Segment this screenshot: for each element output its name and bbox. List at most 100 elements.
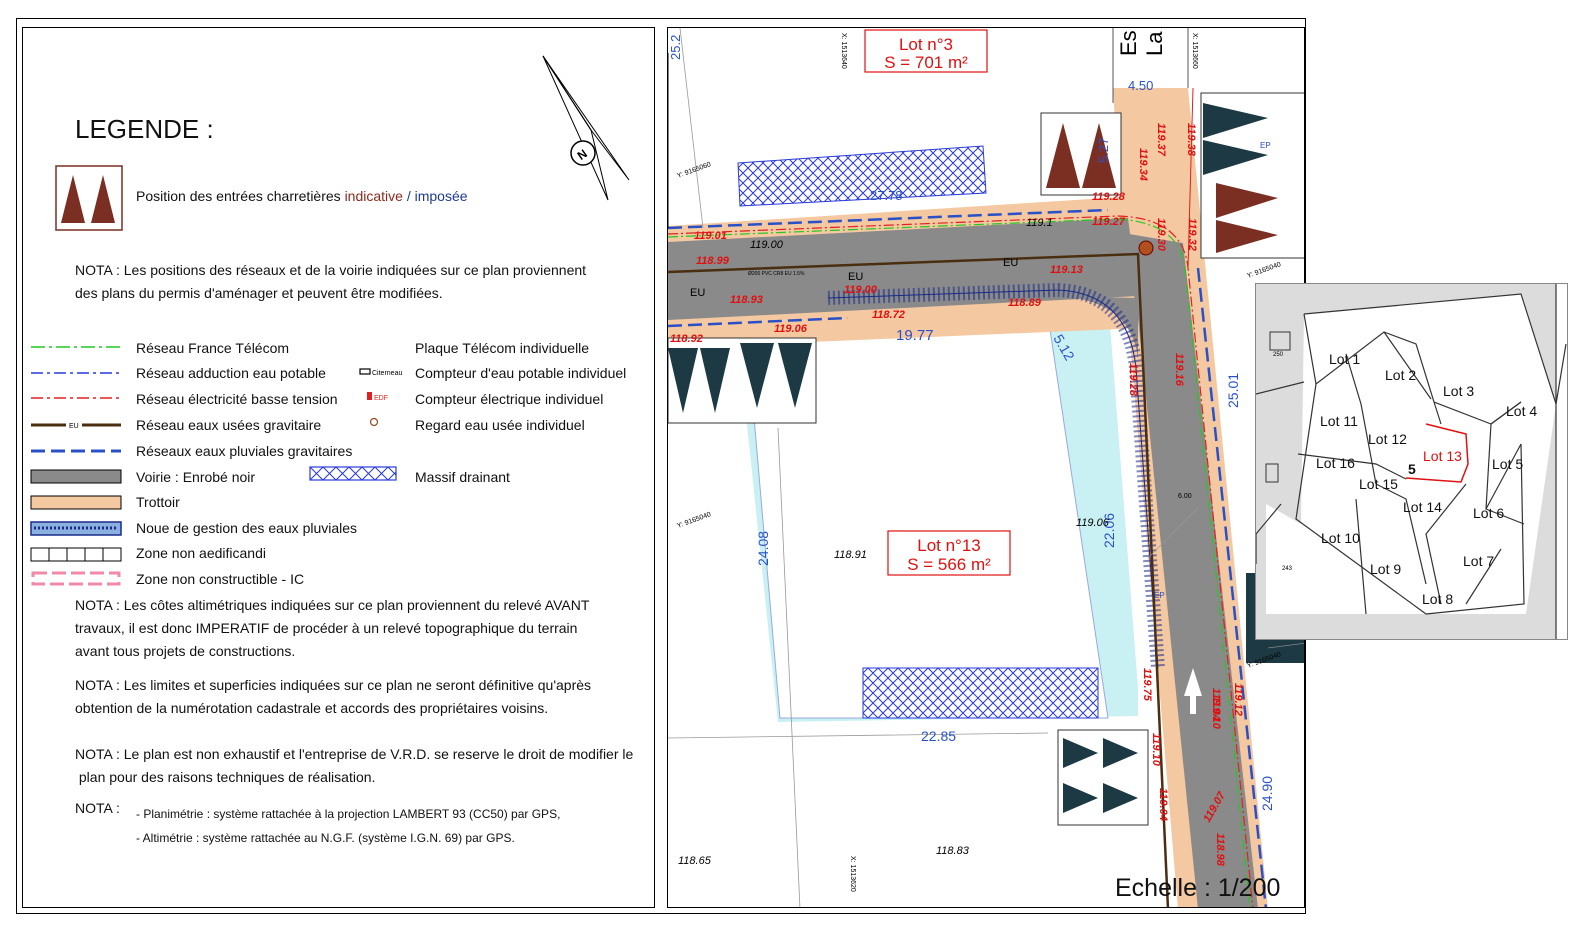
nota2-line2: travaux, il est donc IMPERATIF de procéd… xyxy=(75,620,578,636)
svg-text:119.28: 119.28 xyxy=(1127,363,1139,397)
map-scale: Echelle : 1/200 xyxy=(1115,874,1280,902)
svg-text:119.01: 119.01 xyxy=(694,230,727,242)
svg-text:119.75: 119.75 xyxy=(1141,668,1153,702)
svg-text:118.98: 118.98 xyxy=(1214,833,1226,867)
svg-text:EP: EP xyxy=(1260,141,1271,150)
inset-lot-5: Lot 5 xyxy=(1492,456,1523,472)
svg-text:5.27: 5.27 xyxy=(1096,138,1111,163)
inset-lot-14: Lot 14 xyxy=(1403,499,1442,515)
svg-text:118.72: 118.72 xyxy=(872,309,905,321)
inset-lot-10: Lot 10 xyxy=(1321,530,1360,546)
legend-non-aedificandi: Zone non aedificandi xyxy=(136,545,266,561)
nota3: NOTA : Les limites et superficies indiqu… xyxy=(75,674,591,720)
nota2-line1: NOTA : Les côtes altimétriques indiquées… xyxy=(75,597,590,613)
svg-text:EDF: EDF xyxy=(374,395,388,402)
legend-panel: LEGENDE : N Position des entrées charret… xyxy=(22,27,655,908)
svg-text:Ø200 PVC CR8 EU 1.5%: Ø200 PVC CR8 EU 1.5% xyxy=(748,271,805,277)
lot3-name: Lot n°3 xyxy=(899,35,953,54)
inset-lot-1: Lot 1 xyxy=(1329,351,1360,367)
legend-symbols-left: EU xyxy=(30,346,122,586)
svg-text:118.65: 118.65 xyxy=(678,855,712,867)
svg-text:119.1: 119.1 xyxy=(1026,217,1053,229)
legend-sewer-manhole: Regard eau usée individuel xyxy=(415,417,585,433)
svg-text:119.37: 119.37 xyxy=(1155,123,1167,157)
svg-text:EU: EU xyxy=(69,423,79,430)
svg-text:119.10: 119.10 xyxy=(1210,696,1222,730)
inset-lot-4: Lot 4 xyxy=(1506,403,1537,419)
inset-lot-3: Lot 3 xyxy=(1443,383,1474,399)
svg-text:25.2: 25.2 xyxy=(668,35,683,60)
svg-text:X: 1513620: X: 1513620 xyxy=(849,856,856,892)
svg-text:X: 1513640: X: 1513640 xyxy=(840,33,847,69)
svg-text:119.00: 119.00 xyxy=(750,239,784,251)
legend-symbols-right: Citerneau EDF xyxy=(309,368,402,481)
nota5-line1: - Planimétrie : système rattachée à la p… xyxy=(136,807,561,821)
legend-non-constructible: Zone non constructible - IC xyxy=(136,571,305,587)
street-label-2: La xyxy=(1142,31,1167,56)
inset-lot-6: Lot 6 xyxy=(1473,505,1504,521)
map-panel: Lot n°3 S = 701 m² Lot n°13 S = 566 m² E… xyxy=(667,27,1305,908)
svg-text:119.32: 119.32 xyxy=(1186,218,1198,251)
svg-text:250: 250 xyxy=(1273,352,1284,358)
inset-lot-9: Lot 9 xyxy=(1370,561,1401,577)
svg-text:243: 243 xyxy=(1282,566,1293,572)
nota3-line2: obtention de la numérotation cadastrale … xyxy=(75,700,549,716)
entrance-indicative: indicative xyxy=(344,188,403,204)
svg-text:118.93: 118.93 xyxy=(730,294,763,306)
inset-lot-8: Lot 8 xyxy=(1422,591,1453,607)
entrance-imposed: imposée xyxy=(414,188,468,204)
lot13-name: Lot n°13 xyxy=(917,536,981,555)
svg-text:119.28: 119.28 xyxy=(1092,191,1126,203)
site-plan: Lot n°3 S = 701 m² Lot n°13 S = 566 m² E… xyxy=(668,28,1304,907)
nota3-line1: NOTA : Les limites et superficies indiqu… xyxy=(75,677,592,693)
svg-text:Y: 9165040: Y: 9165040 xyxy=(676,511,712,530)
svg-text:Y: 9165060: Y: 9165060 xyxy=(676,161,712,180)
nota4-line2: plan pour des raisons techniques de réal… xyxy=(75,769,376,785)
legend-sidewalk: Trottoir xyxy=(136,494,180,510)
inset-lot-12: Lot 12 xyxy=(1368,431,1407,447)
svg-text:Citerneau: Citerneau xyxy=(372,370,402,377)
inset-lot-2: Lot 2 xyxy=(1385,367,1416,383)
entrance-sep: / xyxy=(402,188,415,204)
svg-text:24.90: 24.90 xyxy=(1259,776,1275,811)
svg-text:25.01: 25.01 xyxy=(1225,373,1241,408)
lot3-area: S = 701 m² xyxy=(884,53,968,72)
legend-ft-network: Réseau France Télécom xyxy=(136,340,290,356)
street-label-1: Es xyxy=(1116,30,1141,56)
lot13-area: S = 566 m² xyxy=(907,555,991,574)
nota5-label: NOTA : xyxy=(75,800,120,816)
inset-lot-7: Lot 7 xyxy=(1463,553,1494,569)
svg-text:119.13: 119.13 xyxy=(1050,264,1083,276)
lot-overview-map: Lot 1 Lot 2 Lot 3 Lot 4 Lot 11 Lot 12 Lo… xyxy=(1256,284,1567,639)
legend-water-network: Réseau adduction eau potable xyxy=(136,365,326,381)
nota1-line2: des plans du permis d'aménager et peuven… xyxy=(75,285,443,301)
nota1-line1: NOTA : Les positions des réseaux et de l… xyxy=(75,262,587,278)
nota4-line1: NOTA : Le plan est non exhaustif et l'en… xyxy=(75,746,634,762)
svg-text:119.27: 119.27 xyxy=(1092,216,1126,228)
svg-text:EU: EU xyxy=(690,287,705,299)
legend-drainage-block: Massif drainant xyxy=(415,469,510,485)
svg-text:119.34: 119.34 xyxy=(1137,148,1149,181)
legend-electric-meter: Compteur électrique individuel xyxy=(415,391,604,407)
svg-text:X: 1513660: X: 1513660 xyxy=(1191,33,1198,69)
svg-text:Y: 9165040: Y: 9165040 xyxy=(1246,261,1282,280)
svg-text:118.89: 118.89 xyxy=(1008,297,1042,309)
svg-text:EU: EU xyxy=(848,271,863,283)
svg-text:119.00: 119.00 xyxy=(844,284,878,296)
svg-text:6.00: 6.00 xyxy=(1178,493,1192,500)
inset-panel: Lot 1 Lot 2 Lot 3 Lot 4 Lot 11 Lot 12 Lo… xyxy=(1255,283,1568,640)
svg-text:119.06: 119.06 xyxy=(1076,517,1110,529)
legend-wastewater-network: Réseau eaux usées gravitaire xyxy=(136,417,322,433)
legend-road: Voirie : Enrobé noir xyxy=(136,469,256,485)
nota2-line3: avant tous projets de constructions. xyxy=(75,643,296,659)
svg-text:22.85: 22.85 xyxy=(921,728,956,744)
legend-swale: Noue de gestion des eaux pluviales xyxy=(136,520,358,536)
legend-water-meter: Compteur d'eau potable individuel xyxy=(415,365,627,381)
legend-title: LEGENDE : xyxy=(75,114,214,144)
nota2: NOTA : Les côtes altimétriques indiquées… xyxy=(75,594,589,663)
north-arrow-icon: N xyxy=(542,55,630,201)
svg-text:24.08: 24.08 xyxy=(755,531,771,566)
svg-text:118.83: 118.83 xyxy=(936,845,970,857)
inset-marker: 5 xyxy=(1408,461,1416,477)
svg-text:119.30: 119.30 xyxy=(1155,218,1167,252)
